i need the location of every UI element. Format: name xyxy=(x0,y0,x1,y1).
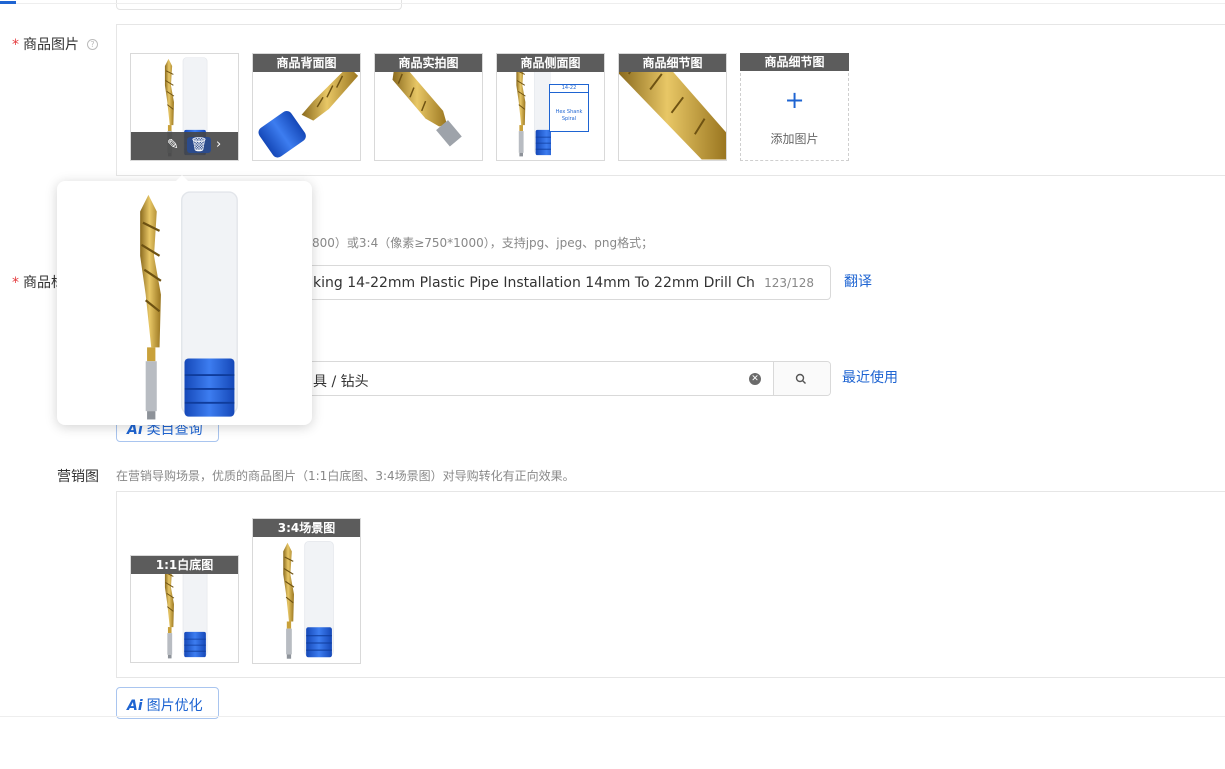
category-input-value: 具 / 钻头 xyxy=(313,374,369,390)
add-image-slot[interactable]: 商品细节图 + 添加图片 xyxy=(740,53,849,161)
trash-icon[interactable]: 🗑 xyxy=(187,137,211,153)
title-input[interactable]: king 14-22mm Plastic Pipe Installation 1… xyxy=(260,265,831,300)
category-input[interactable]: 具 / 钻头 ✕ xyxy=(260,361,831,396)
translate-link[interactable]: 翻译 xyxy=(844,271,872,291)
image-caption: 商品细节图 xyxy=(619,54,726,72)
required-mark: * xyxy=(12,37,19,53)
ai-image-optimize-button[interactable]: Ai 图片优化 xyxy=(116,687,219,719)
spec-line-2: Hex Shank xyxy=(555,109,583,115)
plus-icon: + xyxy=(784,86,805,114)
marketing-image-square[interactable]: 1:1白底图 xyxy=(130,555,239,663)
popover-arrow xyxy=(176,175,188,181)
image-caption: 3:4场景图 xyxy=(253,519,360,537)
required-mark: * xyxy=(12,275,19,291)
main-image-slot-5[interactable]: 商品细节图 xyxy=(618,53,727,161)
main-image-slot-2[interactable]: 商品背面图 xyxy=(252,53,361,161)
title-input-value: king 14-22mm Plastic Pipe Installation 1… xyxy=(313,275,755,291)
search-button[interactable] xyxy=(773,362,830,395)
image-action-bar: ✎ 🗑 › xyxy=(131,132,238,160)
marketing-hint: 在营销导购场景，优质的商品图片（1:1白底图、3:4场景图）对导购转化有正向效果… xyxy=(116,469,575,483)
clear-icon[interactable]: ✕ xyxy=(749,373,761,385)
image-caption: 商品背面图 xyxy=(253,54,360,72)
main-images-label-row: * 商品图片? xyxy=(12,34,98,54)
ai-mark: Ai xyxy=(127,698,143,714)
image-spec-hint: 800）或3:4（像素≥750*1000），支持jpg、jpeg、png格式； xyxy=(312,236,654,250)
search-icon xyxy=(795,373,806,384)
product-edit-form: * 商品图片? ✎ 🗑 › 商品背面图 商品实拍图 14-22 Hex Shank… xyxy=(0,0,1225,769)
main-image-slot-1[interactable]: ✎ 🗑 › xyxy=(130,53,239,161)
title-char-counter: 123/128 xyxy=(764,276,814,290)
image-caption: 商品实拍图 xyxy=(375,54,482,72)
marketing-image-scene[interactable]: 3:4场景图 xyxy=(252,518,361,664)
top-field-remnant xyxy=(116,0,402,10)
top-divider xyxy=(0,3,1225,4)
marketing-label: 营销图 xyxy=(57,469,99,485)
spec-line-3: Spiral xyxy=(561,116,577,122)
spec-line-1: 14-22 xyxy=(550,85,588,93)
add-image-text: 添加图片 xyxy=(770,132,819,146)
main-image-slot-3[interactable]: 商品实拍图 xyxy=(374,53,483,161)
recent-used-link[interactable]: 最近使用 xyxy=(842,367,898,387)
preview-image xyxy=(139,190,239,421)
image-caption: 商品细节图 xyxy=(740,53,849,71)
image-caption: 商品侧面图 xyxy=(497,54,604,72)
image-preview-popover xyxy=(57,181,312,425)
bottom-divider xyxy=(0,716,1225,717)
help-icon[interactable]: ? xyxy=(87,39,98,50)
chevron-right-icon[interactable]: › xyxy=(216,138,221,152)
image-caption: 1:1白底图 xyxy=(131,556,238,574)
active-tab-indicator xyxy=(0,1,16,4)
product-image xyxy=(282,540,334,660)
spec-graphic: 14-22 Hex Shank Spiral xyxy=(549,84,589,132)
ai-image-optimize-label: 图片优化 xyxy=(146,698,203,714)
main-images-label: 商品图片 xyxy=(23,37,79,53)
edit-icon[interactable]: ✎ xyxy=(167,138,179,152)
main-image-slot-4[interactable]: 14-22 Hex Shank Spiral 商品侧面图 xyxy=(496,53,605,161)
